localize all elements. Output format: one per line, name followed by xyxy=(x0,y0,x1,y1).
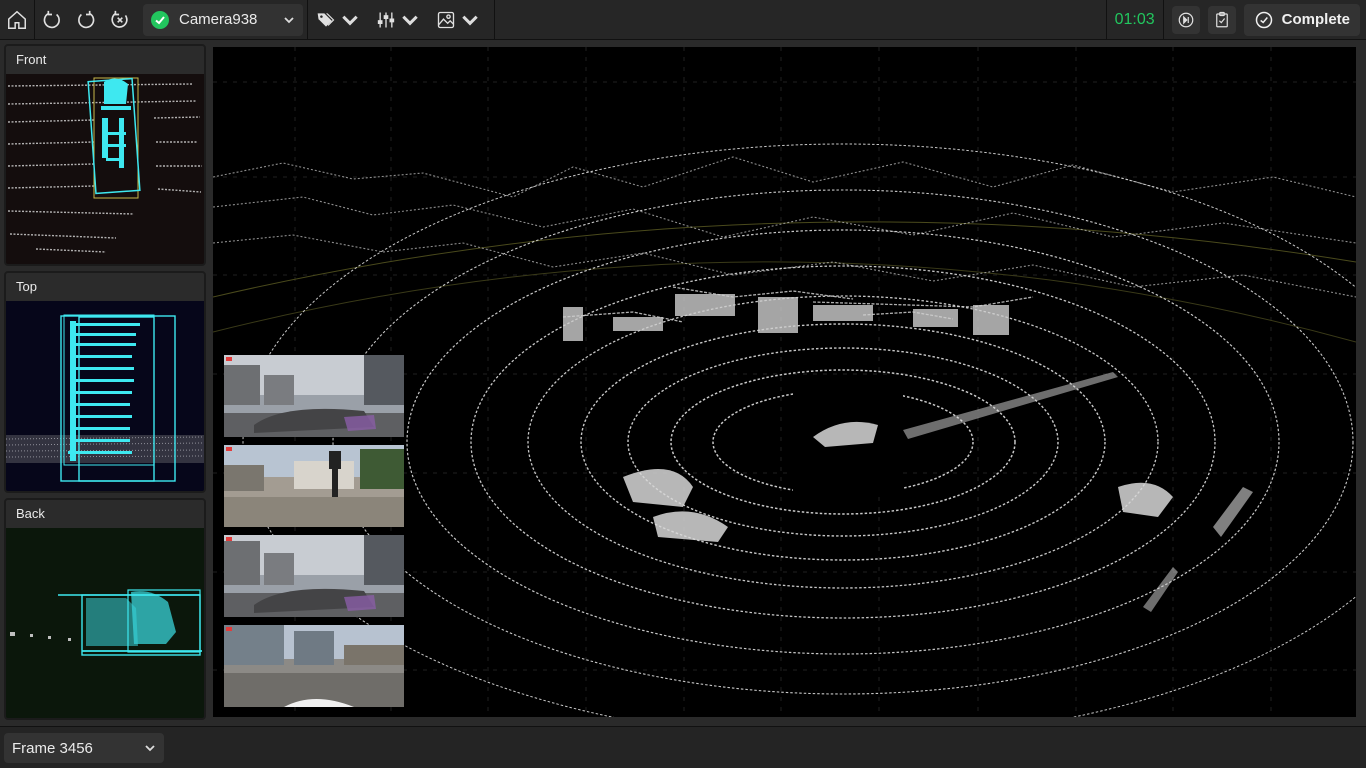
reset-button[interactable] xyxy=(103,0,137,40)
home-icon xyxy=(8,10,26,29)
top-view-panel[interactable]: Top xyxy=(4,271,206,493)
sliders-icon xyxy=(377,12,395,27)
image-icon xyxy=(437,11,455,28)
redo-button[interactable] xyxy=(69,0,103,40)
clipboard-check-button[interactable] xyxy=(1207,5,1236,34)
clipboard-check-icon xyxy=(1215,11,1228,27)
playback-button[interactable] xyxy=(1171,5,1200,34)
undo-icon xyxy=(43,10,60,28)
redo-icon xyxy=(78,10,95,28)
camera-thumbnail[interactable] xyxy=(224,445,404,527)
back-view-title: Back xyxy=(6,500,204,528)
back-view-panel[interactable]: Back xyxy=(4,498,206,720)
undo-button[interactable] xyxy=(35,0,69,40)
complete-button-label: Complete xyxy=(1281,11,1350,28)
frame-select[interactable]: Frame 3456 xyxy=(4,733,164,763)
camera-thumbnail[interactable] xyxy=(224,535,404,617)
chevron-down-icon xyxy=(145,745,155,752)
front-view-title: Front xyxy=(6,46,204,74)
camera-thumbnail[interactable] xyxy=(224,625,404,707)
front-view-panel[interactable]: Front xyxy=(4,44,206,266)
session-timer: 01:03 xyxy=(1105,0,1164,40)
camera-thumbnail[interactable] xyxy=(224,355,404,437)
top-toolbar: Camera938 01:03 Complete xyxy=(0,0,1366,40)
tag-icon xyxy=(317,12,335,27)
reset-icon xyxy=(111,10,128,28)
chevron-down-icon xyxy=(462,15,478,25)
complete-button[interactable]: Complete xyxy=(1243,3,1360,36)
front-view-canvas[interactable] xyxy=(6,74,204,264)
camera-select-label: Camera938 xyxy=(179,11,258,28)
tag-tool-dropdown[interactable] xyxy=(308,0,368,40)
toolbar-divider xyxy=(494,0,495,40)
check-circle-icon xyxy=(1255,11,1272,28)
chevron-down-icon xyxy=(402,15,418,25)
adjust-tool-dropdown[interactable] xyxy=(368,0,428,40)
bottom-bar: Frame 3456 xyxy=(0,726,1366,768)
home-button[interactable] xyxy=(0,0,34,40)
camera-select[interactable]: Camera938 xyxy=(143,3,303,36)
image-tool-dropdown[interactable] xyxy=(428,0,488,40)
frame-select-label: Frame 3456 xyxy=(12,739,93,757)
play-pause-icon xyxy=(1178,12,1194,27)
chevron-down-icon xyxy=(342,15,358,25)
back-view-canvas[interactable] xyxy=(6,528,204,718)
top-view-title: Top xyxy=(6,273,204,301)
top-view-canvas[interactable] xyxy=(6,301,204,491)
check-circle-icon xyxy=(151,10,169,29)
chevron-down-icon xyxy=(284,16,294,23)
